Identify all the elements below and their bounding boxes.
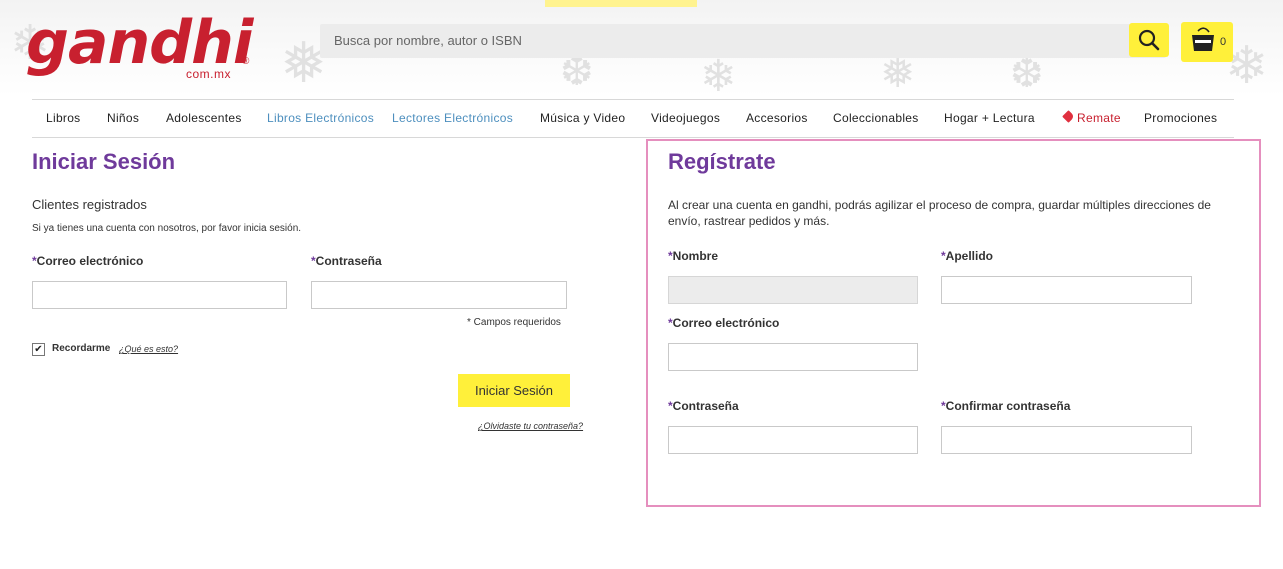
- register-email-label-text: Correo electrónico: [672, 316, 780, 330]
- register-password-label-text: Contraseña: [672, 399, 739, 413]
- nav-item-libros[interactable]: Libros: [46, 111, 80, 125]
- logo-domain: com.mx: [186, 67, 231, 81]
- nav-item-hogar-lectura[interactable]: Hogar + Lectura: [944, 111, 1035, 125]
- nav-item-ninos[interactable]: Niños: [107, 111, 139, 125]
- login-password-field[interactable]: [311, 281, 567, 309]
- login-subtitle: Clientes registrados: [32, 197, 147, 212]
- register-confirm-password-field[interactable]: [941, 426, 1192, 454]
- search-icon: [1138, 29, 1160, 51]
- shopping-bag-icon: [1192, 27, 1214, 51]
- nav-item-accesorios[interactable]: Accesorios: [746, 111, 808, 125]
- login-title: Iniciar Sesión: [32, 149, 176, 174]
- price-tag-icon: [1062, 110, 1075, 123]
- nav-item-coleccionables[interactable]: Coleccionables: [833, 111, 919, 125]
- register-first-name-label-text: Nombre: [672, 249, 719, 263]
- register-description: Al crear una cuenta en gandhi, podrás ag…: [668, 198, 1211, 228]
- register-password-field[interactable]: [668, 426, 918, 454]
- snowflake-decoration-icon: ❅: [880, 49, 916, 96]
- nav-item-libros-electronicos[interactable]: Libros Electrónicos: [267, 111, 374, 125]
- login-password-label: *Contraseña: [311, 254, 382, 268]
- nav-item-remate[interactable]: Remate: [1062, 110, 1121, 125]
- register-email-label: *Correo electrónico: [668, 316, 779, 330]
- register-last-name-label-text: Apellido: [945, 249, 994, 263]
- cart-count: 0: [1220, 36, 1227, 48]
- remember-me-label: Recordarme: [52, 343, 111, 354]
- snowflake-decoration-icon: ❄: [700, 52, 737, 97]
- forgot-password-link[interactable]: ¿Olvidaste tu contraseña?: [478, 421, 583, 431]
- register-first-name-field[interactable]: [668, 276, 918, 304]
- register-confirm-password-label-text: Confirmar contraseña: [945, 399, 1071, 413]
- login-email-field[interactable]: [32, 281, 287, 309]
- register-confirm-password-label: *Confirmar contraseña: [941, 399, 1070, 413]
- register-email-field[interactable]: [668, 343, 918, 371]
- nav-item-adolescentes[interactable]: Adolescentes: [166, 111, 242, 125]
- snowflake-decoration-icon: ❆: [1010, 52, 1044, 96]
- login-description: Si ya tienes una cuenta con nosotros, po…: [32, 223, 302, 234]
- register-password-label: *Contraseña: [668, 399, 739, 413]
- nav-item-videojuegos[interactable]: Videojuegos: [651, 111, 720, 125]
- cart-button[interactable]: 0: [1181, 22, 1233, 62]
- login-submit-button[interactable]: Iniciar Sesión: [458, 374, 570, 407]
- main-nav: Libros Niños Adolescentes Libros Electró…: [32, 99, 1234, 138]
- what-is-this-link[interactable]: ¿Qué es esto?: [119, 344, 178, 354]
- search-input[interactable]: Busca por nombre, autor o ISBN: [320, 24, 1166, 58]
- register-last-name-label: *Apellido: [941, 249, 993, 263]
- nav-item-lectores-electronicos[interactable]: Lectores Electrónicos: [392, 111, 513, 125]
- remember-me-checkbox[interactable]: ✔: [32, 343, 45, 356]
- top-promo-tab[interactable]: [545, 0, 697, 7]
- search-button[interactable]: [1129, 23, 1169, 57]
- snowflake-decoration-icon: ❆: [560, 50, 594, 94]
- gandhi-logo[interactable]: gandhi com.mx ®: [26, 10, 256, 86]
- login-email-label: *Correo electrónico: [32, 254, 143, 268]
- search-placeholder: Busca por nombre, autor o ISBN: [334, 33, 522, 48]
- logo-registered-mark: ®: [242, 56, 250, 67]
- login-email-label-text: Correo electrónico: [36, 254, 144, 268]
- required-fields-note: * Campos requeridos: [467, 317, 561, 328]
- login-password-label-text: Contraseña: [315, 254, 382, 268]
- register-title: Regístrate: [668, 149, 776, 174]
- register-first-name-label: *Nombre: [668, 249, 718, 263]
- nav-item-promociones[interactable]: Promociones: [1144, 111, 1217, 125]
- nav-item-remate-label: Remate: [1077, 111, 1121, 125]
- nav-item-musica-y-video[interactable]: Música y Video: [540, 111, 625, 125]
- register-last-name-field[interactable]: [941, 276, 1192, 304]
